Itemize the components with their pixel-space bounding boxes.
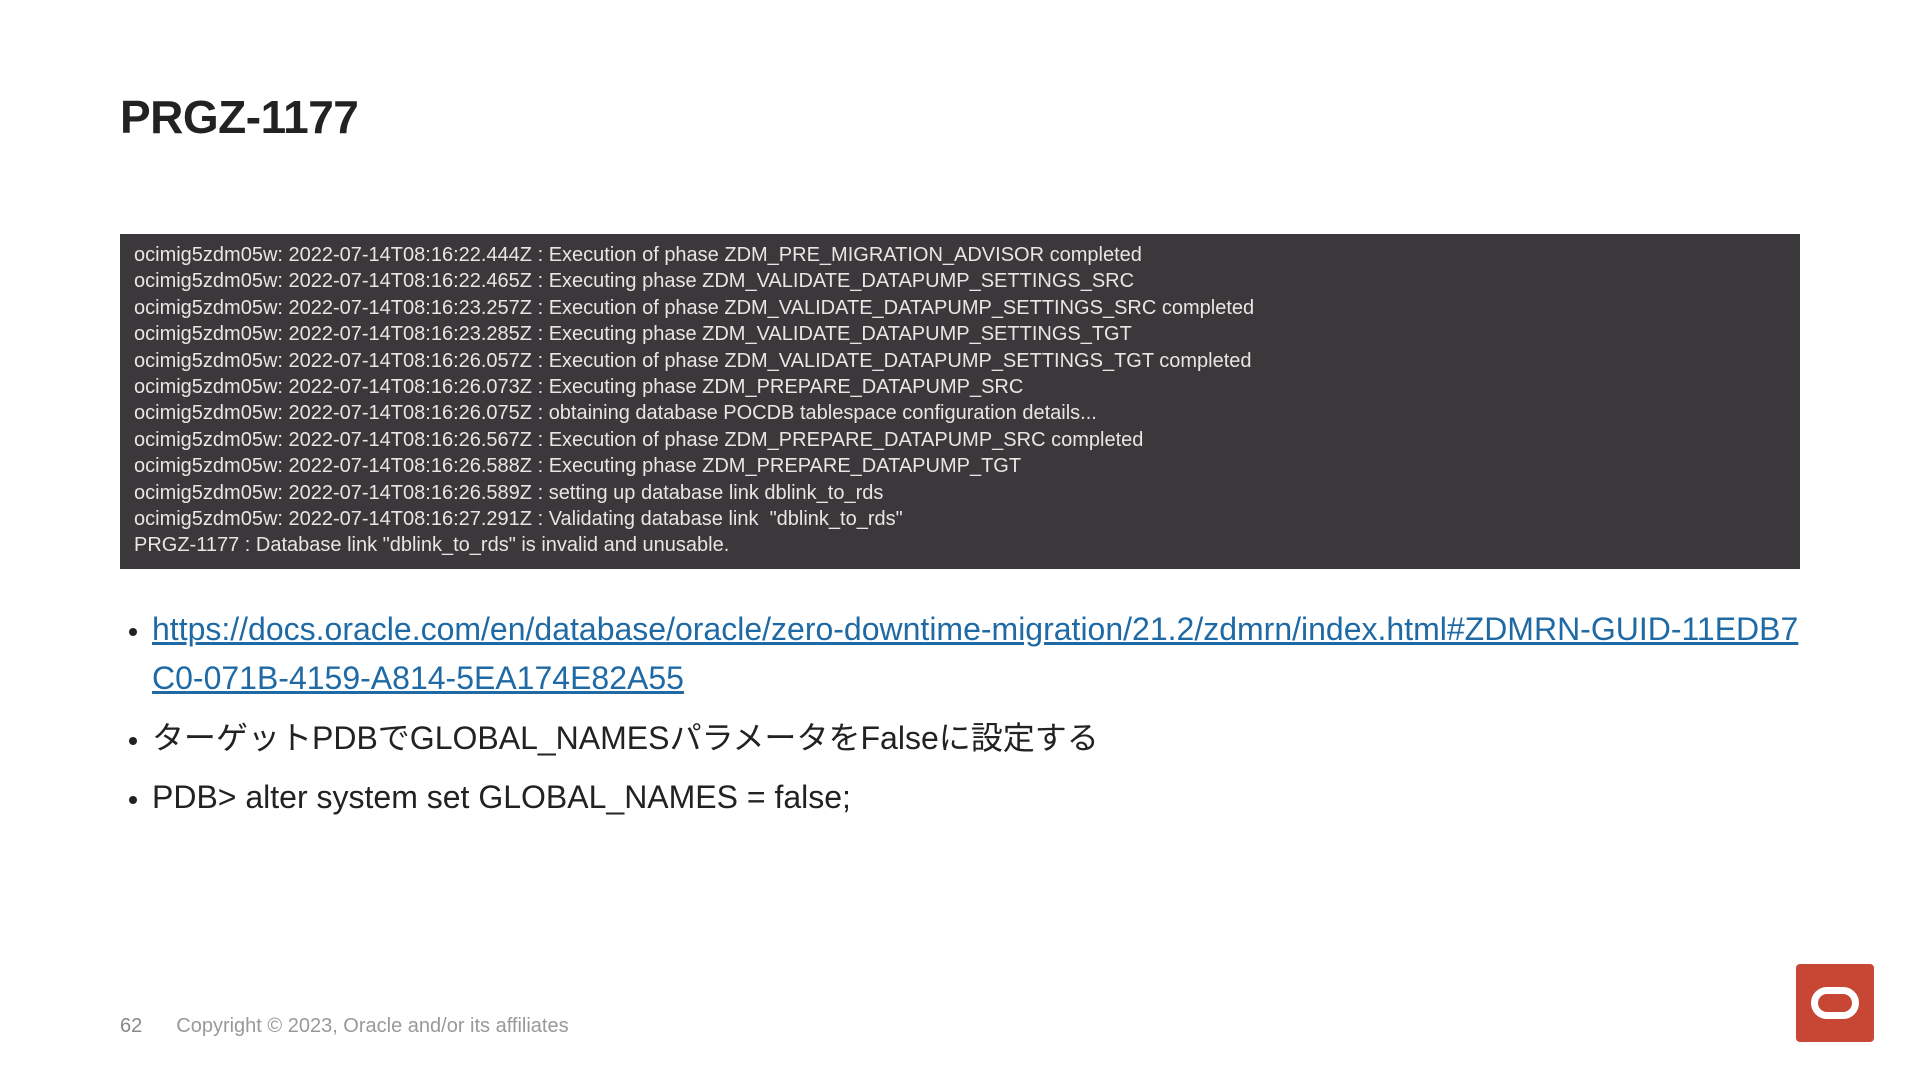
bullet-text: ターゲットPDBでGLOBAL_NAMESパラメータをFalseに設定する [152, 720, 1099, 756]
console-line: ocimig5zdm05w: 2022-07-14T08:16:22.465Z … [134, 270, 1134, 292]
bullet-text: PDB> alter system set GLOBAL_NAMES = fal… [152, 779, 851, 815]
console-line: ocimig5zdm05w: 2022-07-14T08:16:22.444Z … [134, 244, 1142, 266]
slide: PRGZ-1177 ocimig5zdm05w: 2022-07-14T08:1… [0, 0, 1920, 1080]
footer: 62 Copyright © 2023, Oracle and/or its a… [120, 1015, 569, 1038]
console-line: PRGZ-1177 : Database link "dblink_to_rds… [134, 534, 729, 556]
oracle-logo-icon [1796, 964, 1874, 1042]
slide-title: PRGZ-1177 [120, 90, 1800, 144]
console-line: ocimig5zdm05w: 2022-07-14T08:16:26.567Z … [134, 429, 1143, 451]
console-line: ocimig5zdm05w: 2022-07-14T08:16:27.291Z … [134, 508, 903, 530]
bullet-item-link: https://docs.oracle.com/en/database/orac… [152, 605, 1800, 704]
bullet-item: PDB> alter system set GLOBAL_NAMES = fal… [152, 773, 1800, 823]
console-line: ocimig5zdm05w: 2022-07-14T08:16:26.588Z … [134, 455, 1021, 477]
console-line: ocimig5zdm05w: 2022-07-14T08:16:26.075Z … [134, 402, 1097, 424]
oracle-o-icon [1811, 987, 1859, 1019]
bullet-list: https://docs.oracle.com/en/database/orac… [120, 605, 1800, 823]
console-line: ocimig5zdm05w: 2022-07-14T08:16:23.257Z … [134, 297, 1254, 319]
console-output: ocimig5zdm05w: 2022-07-14T08:16:22.444Z … [120, 234, 1800, 569]
console-line: ocimig5zdm05w: 2022-07-14T08:16:23.285Z … [134, 323, 1132, 345]
console-line: ocimig5zdm05w: 2022-07-14T08:16:26.057Z … [134, 350, 1252, 372]
copyright-text: Copyright © 2023, Oracle and/or its affi… [176, 1015, 568, 1038]
console-line: ocimig5zdm05w: 2022-07-14T08:16:26.073Z … [134, 376, 1023, 398]
bullet-item: ターゲットPDBでGLOBAL_NAMESパラメータをFalseに設定する [152, 714, 1800, 764]
console-line: ocimig5zdm05w: 2022-07-14T08:16:26.589Z … [134, 482, 883, 504]
page-number: 62 [120, 1015, 142, 1038]
doc-link[interactable]: https://docs.oracle.com/en/database/orac… [152, 611, 1798, 697]
